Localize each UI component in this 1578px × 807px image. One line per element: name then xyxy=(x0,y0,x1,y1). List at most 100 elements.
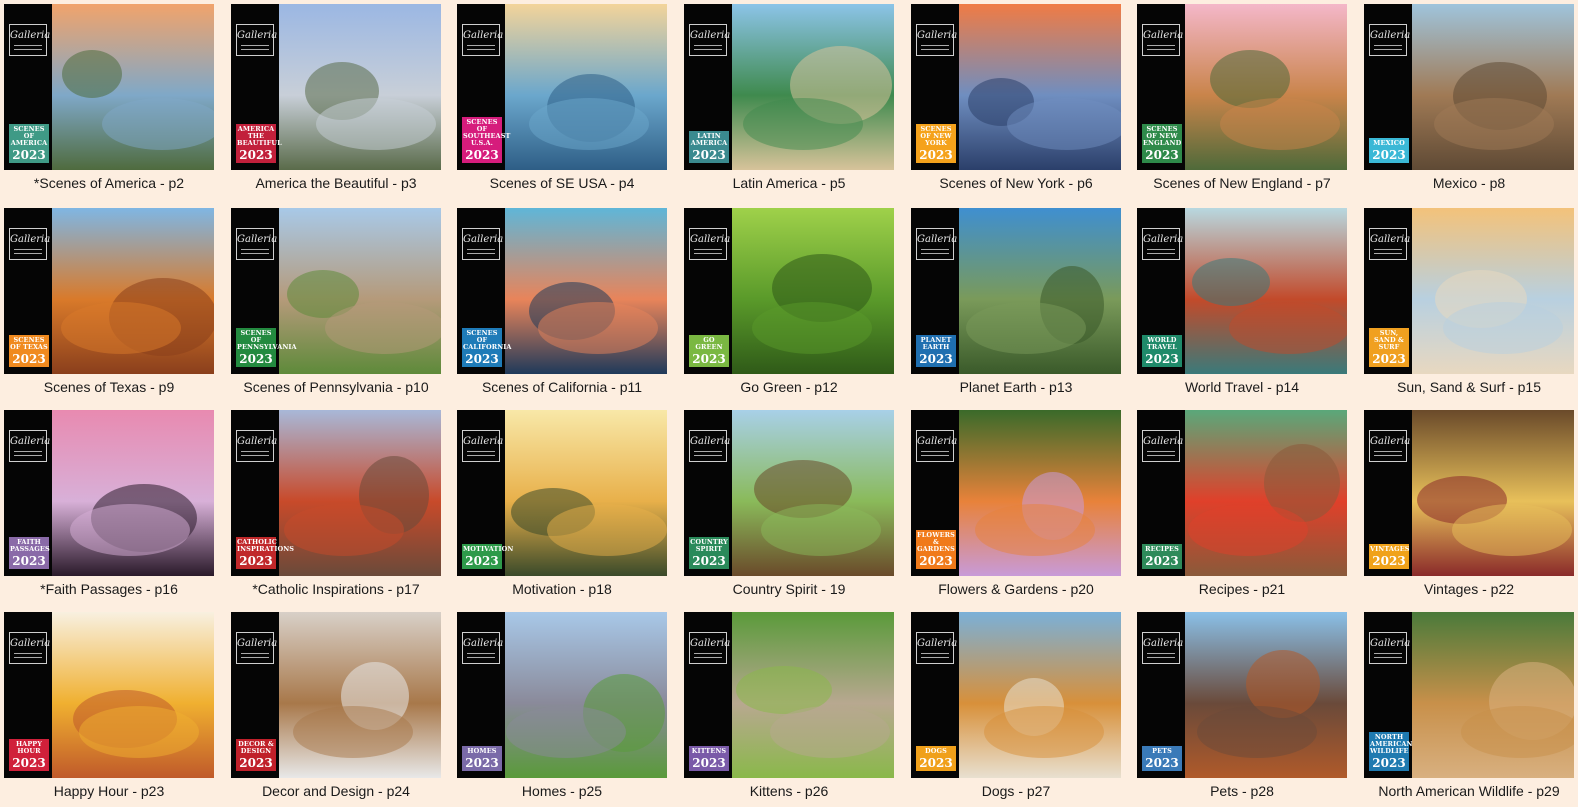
calendar-caption-link[interactable]: Scenes of California - p11 xyxy=(449,379,675,396)
calendar-cover-image[interactable]: Galleria Sun, Sand & Surf 2023 xyxy=(1364,208,1574,374)
calendar-caption-link[interactable]: Pets - p28 xyxy=(1129,783,1355,800)
calendar-card[interactable]: Galleria World Travel 2023 World Travel … xyxy=(1137,208,1347,404)
calendar-card[interactable]: Galleria Decor & Design 2023 Decor and D… xyxy=(231,612,441,807)
calendar-card[interactable]: Galleria North American Wildlife 2023 No… xyxy=(1364,612,1574,807)
galleria-logo: Galleria xyxy=(9,228,50,260)
calendar-cover-image[interactable]: Galleria Kittens 2023 xyxy=(684,612,894,778)
calendar-caption-link[interactable]: Scenes of Pennsylvania - p10 xyxy=(223,379,449,396)
calendar-card[interactable]: Galleria Happy Hour 2023 Happy Hour - p2… xyxy=(4,612,214,807)
calendar-caption-link[interactable]: Recipes - p21 xyxy=(1129,581,1355,598)
calendar-caption-link[interactable]: *Faith Passages - p16 xyxy=(0,581,222,598)
calendar-card[interactable]: Galleria Scenes of Pennsylvania 2023 Sce… xyxy=(231,208,441,404)
calendar-caption-link[interactable]: Planet Earth - p13 xyxy=(903,379,1129,396)
calendar-caption-link[interactable]: Scenes of New England - p7 xyxy=(1129,175,1355,192)
calendar-card[interactable]: Galleria Planet Earth 2023 Planet Earth … xyxy=(911,208,1121,404)
calendar-cover-image[interactable]: Galleria North American Wildlife 2023 xyxy=(1364,612,1574,778)
calendar-cover-image[interactable]: Galleria Dogs 2023 xyxy=(911,612,1121,778)
calendar-cover-image[interactable]: Galleria Country Spirit 2023 xyxy=(684,410,894,576)
calendar-caption-link[interactable]: Kittens - p26 xyxy=(676,783,902,800)
calendar-cover-image[interactable]: Galleria Homes 2023 xyxy=(457,612,667,778)
cover-spine: Galleria Go Green 2023 xyxy=(684,208,732,374)
calendar-cover-image[interactable]: Galleria Mexico 2023 xyxy=(1364,4,1574,170)
galleria-logo: Galleria xyxy=(9,430,50,462)
calendar-card[interactable]: Galleria Scenes of Southeast U.S.A. 2023… xyxy=(457,4,667,200)
galleria-logo: Galleria xyxy=(1142,24,1183,56)
calendar-card[interactable]: Galleria Pets 2023 Pets - p28 xyxy=(1137,612,1347,807)
calendar-cover-image[interactable]: Galleria Scenes of America 2023 xyxy=(4,4,214,170)
calendar-cover-image[interactable]: Galleria Scenes of Pennsylvania 2023 xyxy=(231,208,441,374)
calendar-cover-image[interactable]: Galleria Scenes of New York 2023 xyxy=(911,4,1121,170)
calendar-cover-image[interactable]: Galleria Decor & Design 2023 xyxy=(231,612,441,778)
calendar-card[interactable]: Galleria Recipes 2023 Recipes - p21 xyxy=(1137,410,1347,606)
calendar-cover-image[interactable]: Galleria Faith Passages 2023 xyxy=(4,410,214,576)
calendar-caption-link[interactable]: Homes - p25 xyxy=(449,783,675,800)
calendar-caption-link[interactable]: Scenes of SE USA - p4 xyxy=(449,175,675,192)
calendar-card[interactable]: Galleria Go Green 2023 Go Green - p12 xyxy=(684,208,894,404)
calendar-card[interactable]: Galleria Scenes of New England 2023 Scen… xyxy=(1137,4,1347,200)
calendar-cover-image[interactable]: Galleria America The Beautiful 2023 xyxy=(231,4,441,170)
calendar-card[interactable]: Galleria Motivation 2023 Motivation - p1… xyxy=(457,410,667,606)
calendar-cover-image[interactable]: Galleria Pets 2023 xyxy=(1137,612,1347,778)
calendar-caption-link[interactable]: Decor and Design - p24 xyxy=(223,783,449,800)
calendar-cover-image[interactable]: Galleria Scenes of Texas 2023 xyxy=(4,208,214,374)
calendar-card[interactable]: Galleria Dogs 2023 Dogs - p27 xyxy=(911,612,1121,807)
calendar-cover-image[interactable]: Galleria Latin America 2023 xyxy=(684,4,894,170)
calendar-caption-link[interactable]: Scenes of Texas - p9 xyxy=(0,379,222,396)
calendar-caption-link[interactable]: Dogs - p27 xyxy=(903,783,1129,800)
calendar-caption-link[interactable]: *Scenes of America - p2 xyxy=(0,175,222,192)
calendar-cover-image[interactable]: Galleria Happy Hour 2023 xyxy=(4,612,214,778)
calendar-cover-image[interactable]: Galleria Flowers & Gardens 2023 xyxy=(911,410,1121,576)
calendar-card[interactable]: Galleria Catholic Inspirations 2023 *Cat… xyxy=(231,410,441,606)
calendar-cover-image[interactable]: Galleria Go Green 2023 xyxy=(684,208,894,374)
calendar-cover-image[interactable]: Galleria Scenes of New England 2023 xyxy=(1137,4,1347,170)
cover-spine: Galleria Decor & Design 2023 xyxy=(231,612,279,778)
calendar-caption-link[interactable]: Happy Hour - p23 xyxy=(0,783,222,800)
calendar-cover-image[interactable]: Galleria Scenes of Southeast U.S.A. 2023 xyxy=(457,4,667,170)
cover-year: 2023 xyxy=(1145,352,1179,366)
calendar-card[interactable]: Galleria Faith Passages 2023 *Faith Pass… xyxy=(4,410,214,606)
cover-photo xyxy=(959,4,1121,170)
calendar-card[interactable]: Galleria Scenes of America 2023 *Scenes … xyxy=(4,4,214,200)
cover-spine: Galleria Catholic Inspirations 2023 xyxy=(231,410,294,576)
calendar-caption-link[interactable]: *Catholic Inspirations - p17 xyxy=(223,581,449,598)
calendar-caption-link[interactable]: Country Spirit - 19 xyxy=(676,581,902,598)
calendar-card[interactable]: Galleria Vintages 2023 Vintages - p22 xyxy=(1364,410,1574,606)
calendar-caption-link[interactable]: Latin America - p5 xyxy=(676,175,902,192)
cover-spine: Galleria Scenes of New England 2023 xyxy=(1137,4,1185,170)
cover-spine: Galleria Scenes of New York 2023 xyxy=(911,4,959,170)
calendar-caption-link[interactable]: Vintages - p22 xyxy=(1356,581,1578,598)
calendar-caption-link[interactable]: America the Beautiful - p3 xyxy=(223,175,449,192)
calendar-cover-image[interactable]: Galleria Recipes 2023 xyxy=(1137,410,1347,576)
galleria-logo: Galleria xyxy=(236,24,277,56)
calendar-caption-link[interactable]: Scenes of New York - p6 xyxy=(903,175,1129,192)
calendar-cover-image[interactable]: Galleria Planet Earth 2023 xyxy=(911,208,1121,374)
calendar-cover-image[interactable]: Galleria World Travel 2023 xyxy=(1137,208,1347,374)
cover-year: 2023 xyxy=(1372,554,1406,568)
calendar-caption-link[interactable]: Motivation - p18 xyxy=(449,581,675,598)
calendar-card[interactable]: Galleria Scenes of California 2023 Scene… xyxy=(457,208,667,404)
calendar-caption-link[interactable]: Go Green - p12 xyxy=(676,379,902,396)
cover-photo xyxy=(959,612,1121,778)
calendar-card[interactable]: Galleria Country Spirit 2023 Country Spi… xyxy=(684,410,894,606)
calendar-card[interactable]: Galleria America The Beautiful 2023 Amer… xyxy=(231,4,441,200)
calendar-cover-image[interactable]: Galleria Scenes of California 2023 xyxy=(457,208,667,374)
calendar-caption-link[interactable]: North American Wildlife - p29 xyxy=(1356,783,1578,800)
calendar-card[interactable]: Galleria Mexico 2023 Mexico - p8 xyxy=(1364,4,1574,200)
calendar-caption-link[interactable]: Sun, Sand & Surf - p15 xyxy=(1356,379,1578,396)
calendar-cover-image[interactable]: Galleria Motivation 2023 xyxy=(457,410,667,576)
cover-spine: Galleria North American Wildlife 2023 xyxy=(1364,612,1412,778)
calendar-card[interactable]: Galleria Scenes of New York 2023 Scenes … xyxy=(911,4,1121,200)
calendar-card[interactable]: Galleria Flowers & Gardens 2023 Flowers … xyxy=(911,410,1121,606)
calendar-card[interactable]: Galleria Kittens 2023 Kittens - p26 xyxy=(684,612,894,807)
cover-title-tag: Catholic Inspirations 2023 xyxy=(236,537,294,569)
calendar-card[interactable]: Galleria Scenes of Texas 2023 Scenes of … xyxy=(4,208,214,404)
calendar-card[interactable]: Galleria Latin America 2023 Latin Americ… xyxy=(684,4,894,200)
cover-title-tag: America The Beautiful 2023 xyxy=(236,124,282,163)
calendar-card[interactable]: Galleria Homes 2023 Homes - p25 xyxy=(457,612,667,807)
calendar-caption-link[interactable]: Mexico - p8 xyxy=(1356,175,1578,192)
calendar-cover-image[interactable]: Galleria Vintages 2023 xyxy=(1364,410,1574,576)
calendar-card[interactable]: Galleria Sun, Sand & Surf 2023 Sun, Sand… xyxy=(1364,208,1574,404)
calendar-caption-link[interactable]: World Travel - p14 xyxy=(1129,379,1355,396)
calendar-cover-image[interactable]: Galleria Catholic Inspirations 2023 xyxy=(231,410,441,576)
calendar-caption-link[interactable]: Flowers & Gardens - p20 xyxy=(903,581,1129,598)
